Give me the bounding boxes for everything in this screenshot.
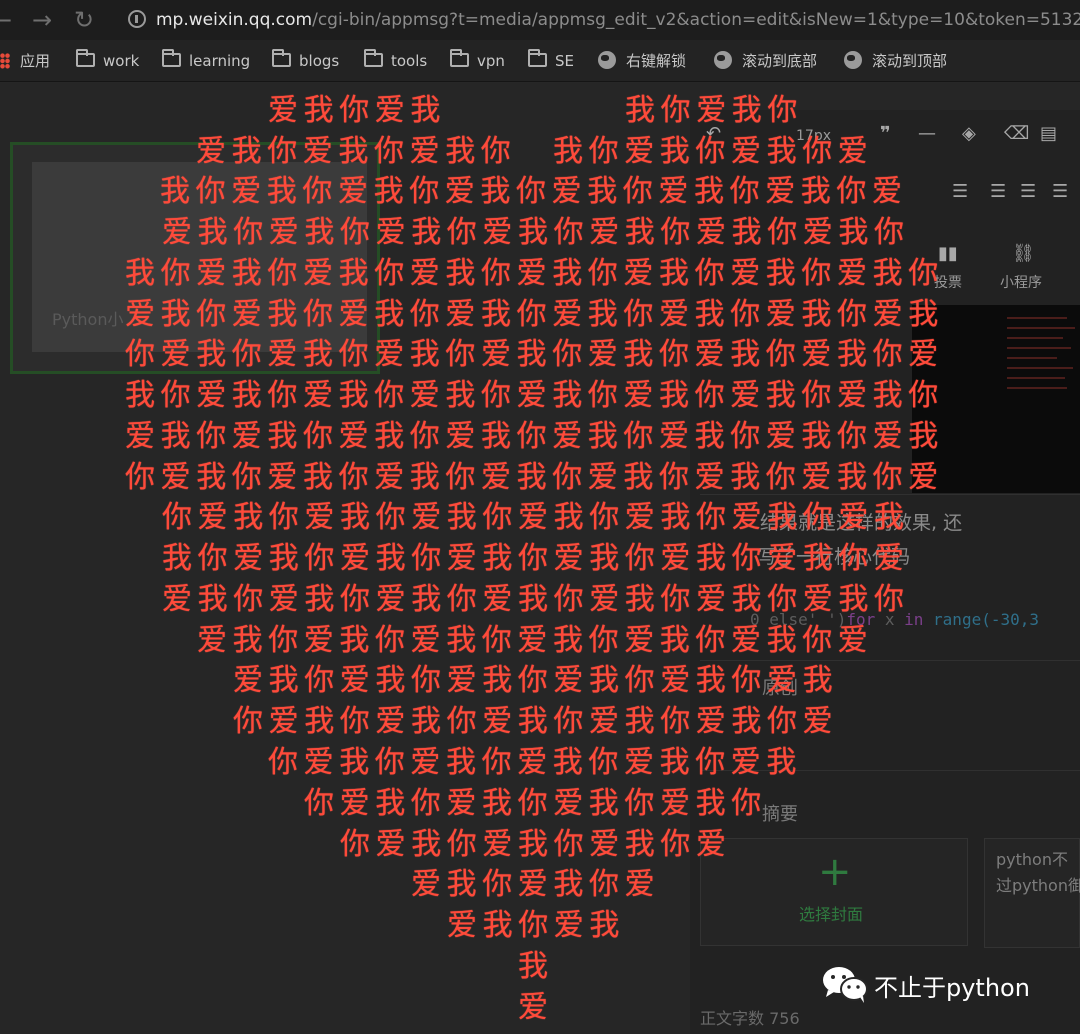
bookmark-item[interactable]: 应用	[0, 50, 50, 72]
abstract-title: 摘要	[762, 804, 798, 825]
code-keyword: for	[846, 610, 876, 629]
vote-label[interactable]: 投票	[934, 272, 962, 292]
quote-icon[interactable]: ❞	[880, 124, 891, 144]
globe-icon	[714, 51, 732, 69]
globe-icon	[844, 51, 862, 69]
plus-icon[interactable]: +	[818, 852, 852, 892]
abstract-line-1: python不	[996, 850, 1068, 869]
bookmarks-bar: 应用 work learning blogs tools vpn SE 右键解锁 滚动到底部 滚动…	[0, 40, 1080, 82]
body-text-line-1[interactable]: 结果就是这样的效果, 还	[760, 508, 962, 535]
bookmark-item[interactable]: tools	[364, 49, 428, 72]
indent-icon[interactable]: ☰	[952, 182, 968, 202]
clear-format-icon[interactable]: ⌫	[1004, 124, 1029, 144]
folder-icon	[528, 49, 547, 67]
preview-image	[912, 305, 1080, 493]
link-icon[interactable]: ⛓	[1012, 244, 1035, 264]
bookmark-label: 右键解锁	[626, 52, 687, 70]
divider-icon[interactable]: —	[918, 124, 936, 144]
bookmark-label: 应用	[20, 52, 51, 70]
wechat-icon	[823, 967, 868, 1003]
vote-icon[interactable]: ▮▮	[938, 244, 958, 264]
apps-icon	[0, 53, 10, 69]
folder-icon	[76, 49, 95, 67]
word-count: 正文字数 756	[700, 1009, 800, 1028]
bookmark-item[interactable]: work	[76, 49, 140, 72]
reload-icon[interactable]: ↻	[74, 6, 94, 34]
globe-icon	[598, 51, 616, 69]
bookmark-label: SE	[555, 52, 574, 70]
font-size-select[interactable]: 17px	[796, 128, 831, 144]
divider	[700, 770, 1080, 771]
url-host: mp.weixin.qq.com	[156, 10, 313, 30]
code-function: range	[923, 610, 982, 629]
align-right-icon[interactable]: ☰	[1052, 182, 1068, 202]
undo-icon[interactable]: ↶	[706, 124, 721, 144]
code-token: x	[875, 610, 905, 629]
abstract-line-2: 过python御	[996, 876, 1080, 895]
code-snippet[interactable]: 0 else' ')for x in range(-30,3	[750, 610, 1039, 629]
divider	[700, 494, 1080, 495]
article-card-caption: Python小	[52, 310, 124, 329]
bookmark-item[interactable]: learning	[162, 49, 251, 72]
bookmark-item[interactable]: SE	[528, 49, 574, 72]
format-paint-icon[interactable]: ◈	[962, 124, 976, 144]
folder-icon	[162, 49, 181, 67]
bookmark-label: 滚动到顶部	[872, 52, 948, 70]
code-args: (-30,3	[981, 610, 1039, 629]
align-left-icon[interactable]: ☰	[990, 182, 1006, 202]
body-text-line-2[interactable]: 写了一行核心代码	[758, 542, 910, 569]
bookmark-label: learning	[189, 52, 251, 70]
screenshot-root: { "browser": { "url_host": "mp.weixin.qq…	[0, 0, 1080, 1034]
browser-titlebar: ← → ↻ mp.weixin.qq.com/cgi-bin/appmsg?t=…	[0, 0, 1080, 40]
original-label[interactable]: 原创	[762, 674, 798, 700]
folder-icon	[450, 49, 469, 67]
code-token: 0 else' ')	[750, 610, 847, 629]
bookmark-label: work	[103, 52, 140, 70]
bookmark-item[interactable]: vpn	[450, 49, 505, 72]
template-icon[interactable]: ▤	[1040, 124, 1057, 144]
forward-arrow-icon[interactable]: →	[32, 6, 52, 34]
bookmark-label: blogs	[299, 52, 340, 70]
bookmark-label: vpn	[477, 52, 505, 70]
bookmark-label: 滚动到底部	[742, 52, 818, 70]
watermark-text: 不止于python	[874, 974, 1030, 1002]
back-arrow-icon[interactable]: ←	[0, 6, 12, 34]
url-path: /cgi-bin/appmsg?t=media/appmsg_edit_v2&a…	[312, 10, 1080, 30]
info-icon[interactable]	[128, 10, 146, 28]
bookmark-item[interactable]: 滚动到顶部	[844, 50, 947, 72]
cover-label[interactable]: 选择封面	[799, 901, 863, 925]
address-bar[interactable]: mp.weixin.qq.com/cgi-bin/appmsg?t=media/…	[128, 7, 1080, 33]
folder-icon	[364, 49, 383, 67]
code-keyword: in	[904, 610, 924, 629]
bookmark-item[interactable]: 右键解锁	[598, 50, 686, 72]
bookmark-item[interactable]: blogs	[272, 49, 340, 72]
folder-icon	[272, 49, 291, 67]
divider	[700, 660, 1080, 661]
miniprogram-label[interactable]: 小程序	[1000, 272, 1042, 292]
bookmark-label: tools	[391, 52, 428, 70]
align-center-icon[interactable]: ☰	[1020, 182, 1036, 202]
bookmark-item[interactable]: 滚动到底部	[714, 50, 817, 72]
